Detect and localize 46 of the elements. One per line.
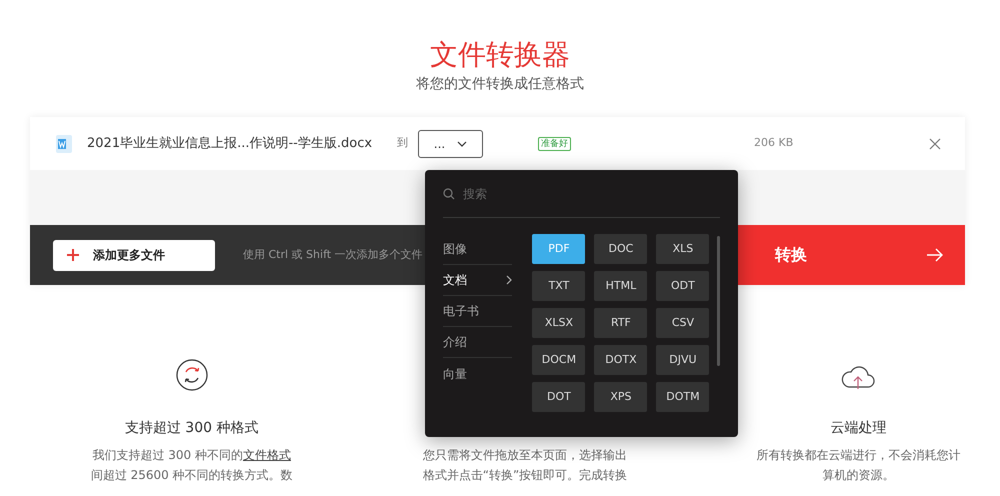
chevron-right-icon bbox=[506, 275, 512, 285]
feature-description: 间超过 25600 种不同的转换方式。数 bbox=[90, 467, 293, 484]
formats-link[interactable]: 文件格式 bbox=[242, 448, 291, 462]
arrow-right-icon bbox=[927, 248, 943, 262]
feature-description: 您只需将文件拖放至本页面，选择输出 bbox=[422, 447, 627, 464]
chevron-down-icon bbox=[457, 140, 468, 146]
feature-description: 格式并点击“转换”按钮即可。完成转换 bbox=[422, 467, 628, 484]
format-option[interactable]: XLSX bbox=[532, 308, 586, 338]
format-option[interactable]: DOC bbox=[594, 234, 648, 264]
format-option[interactable]: CSV bbox=[656, 308, 710, 338]
hint-text: 使用 Ctrl 或 Shift 一次添加多个文件 bbox=[243, 246, 423, 263]
category-item[interactable]: 图像 bbox=[443, 234, 512, 265]
format-option[interactable]: ODT bbox=[656, 271, 710, 301]
file-name: 2021毕业生就业信息上报...作说明--学生版.docx bbox=[87, 134, 374, 153]
plus-icon bbox=[67, 249, 79, 261]
page-title: 文件转换器 bbox=[430, 38, 570, 72]
category-item[interactable]: 电子书 bbox=[443, 296, 512, 327]
feature-title: 云端处理 bbox=[830, 420, 886, 436]
feature-description: 算机的资源。 bbox=[822, 467, 894, 484]
add-files-button[interactable]: 添加更多文件 bbox=[53, 240, 215, 270]
format-option[interactable]: XPS bbox=[594, 382, 648, 412]
format-option[interactable]: DJVU bbox=[656, 345, 710, 375]
refresh-icon bbox=[176, 359, 208, 391]
category-item[interactable]: 介绍 bbox=[443, 327, 512, 358]
feature-description: 所有转换都在云端进行，不会消耗您计 bbox=[756, 447, 960, 464]
search-icon bbox=[443, 188, 455, 200]
word-document-icon bbox=[54, 134, 74, 154]
category-item[interactable]: 向量 bbox=[443, 358, 512, 389]
format-option[interactable]: TXT bbox=[532, 271, 586, 301]
format-option[interactable]: DOT bbox=[532, 382, 586, 412]
format-option[interactable]: DOTM bbox=[656, 382, 710, 412]
format-option[interactable]: DOCM bbox=[532, 345, 586, 375]
to-label: 到 bbox=[397, 135, 408, 152]
format-select[interactable]: ... bbox=[418, 130, 483, 158]
feature-description: 我们支持超过 300 种不同的文件格式 bbox=[92, 447, 291, 464]
page-subtitle: 将您的文件转换成任意格式 bbox=[416, 75, 584, 94]
format-option[interactable]: DOTX bbox=[594, 345, 648, 375]
format-option[interactable]: HTML bbox=[594, 271, 648, 301]
format-option[interactable]: RTF bbox=[594, 308, 648, 338]
search-field[interactable]: 搜索 bbox=[463, 184, 663, 202]
category-item[interactable]: 文档 bbox=[443, 265, 512, 296]
status-badge: 准备好 bbox=[538, 136, 571, 150]
file-size: 206 KB bbox=[754, 135, 794, 152]
format-option[interactable]: XLS bbox=[656, 234, 710, 264]
close-icon[interactable] bbox=[929, 138, 941, 150]
feature-title: 支持超过 300 种格式 bbox=[124, 420, 258, 436]
